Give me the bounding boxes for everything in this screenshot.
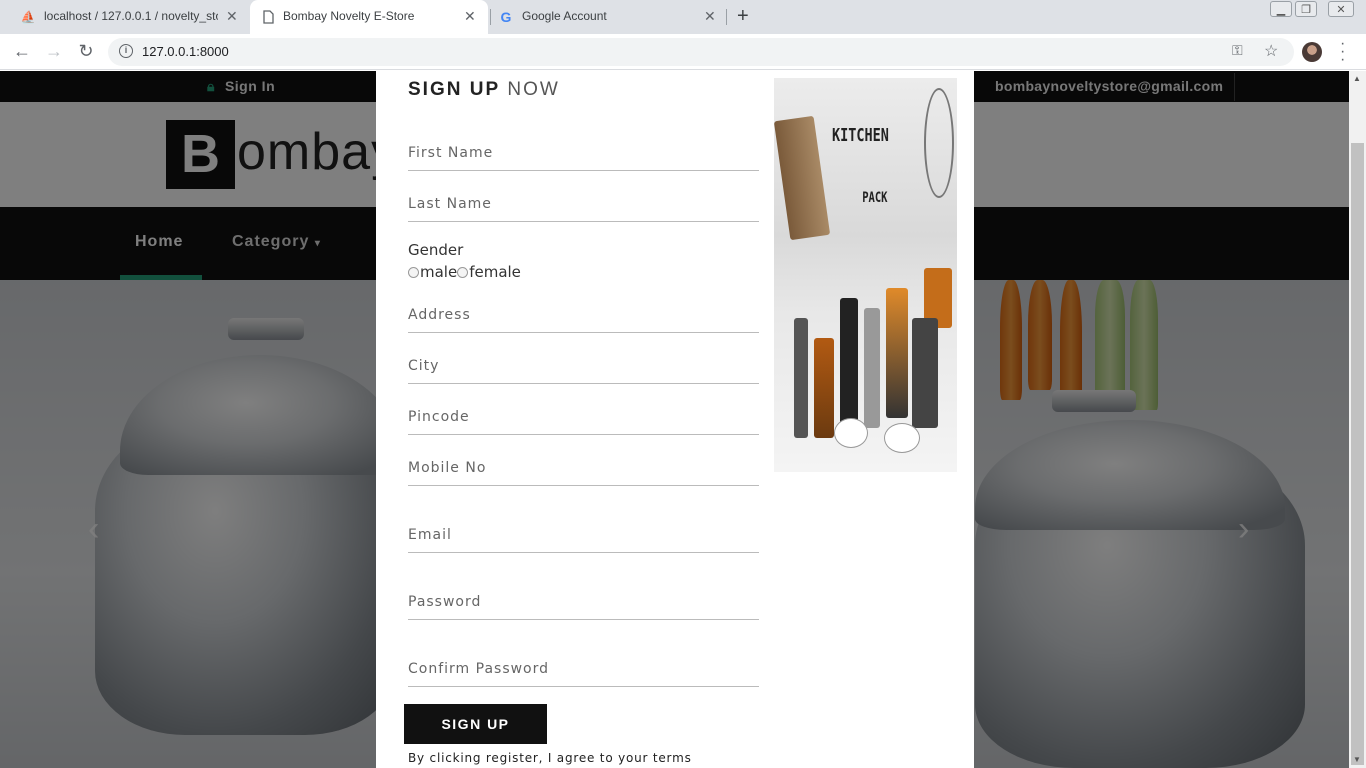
male-radio[interactable]: [408, 266, 419, 278]
page-icon: [260, 9, 276, 25]
phpmyadmin-icon: ⛵: [20, 10, 36, 24]
first-name-input[interactable]: [408, 135, 759, 170]
url-text[interactable]: 127.0.0.1:8000: [142, 44, 229, 59]
utensil-shape: [884, 423, 920, 453]
close-tab-icon[interactable]: ✕: [226, 8, 238, 25]
restore-icon[interactable]: ❐: [1295, 1, 1317, 17]
page: 🔒︎Sign In bombaynoveltystore@gmail.com B…: [0, 71, 1349, 768]
utensil-shape: [886, 288, 908, 418]
email-input[interactable]: [408, 517, 759, 552]
title-light: NOW: [507, 79, 560, 100]
utensil-shape: [794, 318, 808, 438]
tab-phpmyadmin[interactable]: ⛵ localhost / 127.0.0.1 / novelty_sto ✕: [0, 0, 248, 34]
tab-google-account[interactable]: G Google Account ✕: [488, 0, 724, 34]
google-icon: G: [500, 9, 512, 25]
first-name-field[interactable]: [408, 135, 759, 171]
forward-icon[interactable]: →: [44, 41, 64, 62]
kitchen-pack-image: KITCHEN PACK: [774, 78, 957, 472]
password-input[interactable]: [408, 584, 759, 619]
profile-avatar[interactable]: [1302, 42, 1322, 62]
utensil-shape: [912, 318, 938, 428]
female-radio[interactable]: [457, 266, 469, 278]
utensil-shape: [840, 298, 858, 438]
email-field[interactable]: [408, 517, 759, 553]
minimize-icon[interactable]: ▁: [1270, 1, 1292, 17]
tab-bombay-store[interactable]: Bombay Novelty E-Store ✕: [250, 0, 488, 34]
mobile-field[interactable]: [408, 450, 759, 486]
browser-menu-icon[interactable]: · · ·: [1340, 36, 1345, 68]
confirm-password-field[interactable]: [408, 651, 759, 687]
utensil-shape: [834, 418, 868, 448]
pincode-field[interactable]: [408, 399, 759, 435]
mobile-input[interactable]: [408, 450, 759, 485]
terms-text: By clicking register, I agree to your te…: [408, 751, 692, 765]
utensil-shape: [924, 88, 954, 198]
gender-radio-group: male female: [408, 263, 521, 281]
modal-title: SIGN UP NOW: [408, 79, 560, 101]
utensil-shape: [864, 308, 880, 428]
female-label: female: [469, 263, 521, 281]
sign-up-button[interactable]: SIGN UP: [404, 704, 547, 744]
page-scrollbar[interactable]: ▲ ▼: [1349, 71, 1366, 768]
new-tab-button[interactable]: +: [737, 5, 749, 28]
utensil-shape: [774, 115, 831, 241]
last-name-input[interactable]: [408, 186, 759, 221]
tab-title: localhost / 127.0.0.1 / novelty_sto: [44, 9, 218, 23]
tab-title: Google Account: [522, 9, 607, 23]
address-bar[interactable]: i 127.0.0.1:8000 ⚿ ☆: [108, 38, 1294, 66]
close-window-icon[interactable]: ✕: [1328, 1, 1354, 17]
close-tab-icon[interactable]: ✕: [704, 8, 716, 25]
scroll-up-icon[interactable]: ▲: [1353, 74, 1361, 83]
pack-label: PACK: [862, 190, 888, 206]
signup-modal: SIGN UP NOW Gender male female SIGN UP B…: [376, 71, 974, 768]
city-input[interactable]: [408, 348, 759, 383]
bookmark-star-icon[interactable]: ☆: [1264, 41, 1278, 61]
browser-tab-bar: ⛵ localhost / 127.0.0.1 / novelty_sto ✕ …: [0, 0, 1366, 34]
title-bold: SIGN UP: [408, 79, 501, 100]
back-icon[interactable]: ←: [12, 41, 32, 62]
password-field[interactable]: [408, 584, 759, 620]
pincode-input[interactable]: [408, 399, 759, 434]
last-name-field[interactable]: [408, 186, 759, 222]
tab-title: Bombay Novelty E-Store: [283, 9, 415, 23]
browser-toolbar: ← → ↻ i 127.0.0.1:8000 ⚿ ☆: [0, 34, 1366, 70]
gender-label: Gender: [408, 241, 464, 259]
scroll-down-icon[interactable]: ▼: [1353, 755, 1361, 764]
kitchen-label: KITCHEN: [832, 125, 889, 146]
tab-separator: [726, 9, 727, 25]
info-icon[interactable]: i: [119, 44, 133, 58]
reload-icon[interactable]: ↻: [76, 41, 96, 62]
scrollbar-thumb[interactable]: [1351, 143, 1364, 765]
address-field[interactable]: [408, 297, 759, 333]
key-icon[interactable]: ⚿: [1232, 42, 1243, 59]
utensil-shape: [814, 338, 834, 438]
address-input[interactable]: [408, 297, 759, 332]
close-tab-icon[interactable]: ✕: [464, 8, 476, 25]
city-field[interactable]: [408, 348, 759, 384]
confirm-password-input[interactable]: [408, 651, 759, 686]
male-label: male: [420, 263, 458, 281]
